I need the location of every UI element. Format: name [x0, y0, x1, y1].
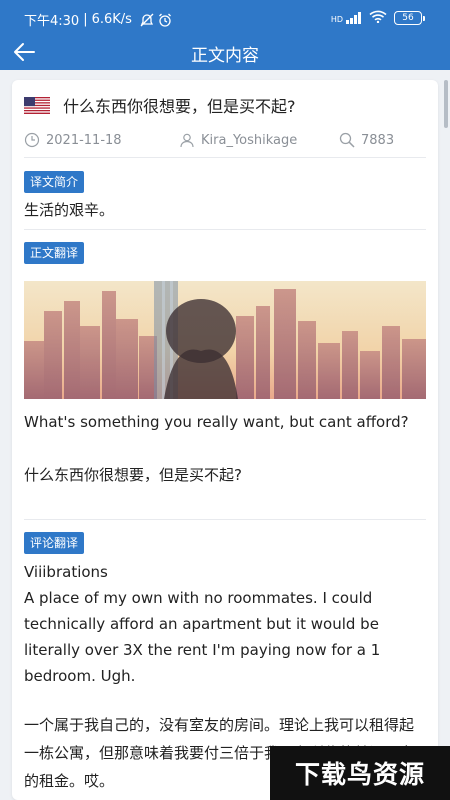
signal-icon: HD	[331, 12, 362, 24]
post-title-row: 什么东西你很想要，但是买不起?	[24, 92, 424, 118]
article-card: 什么东西你很想要，但是买不起? 2021-11-18 Kira_Yoshikag…	[12, 80, 438, 800]
wifi-icon	[369, 10, 387, 26]
translated-text: 什么东西你很想要，但是买不起?	[24, 466, 242, 484]
original-text: What's something you really want, but ca…	[24, 413, 409, 431]
page-title: 正文内容	[191, 46, 259, 66]
comment-username: Viiibrations	[24, 563, 108, 581]
divider	[24, 519, 426, 520]
muted-icon	[140, 13, 154, 27]
comment-tag: 评论翻译	[24, 532, 85, 554]
divider	[24, 229, 426, 230]
alarm-icon	[158, 13, 172, 27]
network-label: HD	[330, 15, 343, 24]
user-icon	[180, 133, 194, 148]
post-views-text: 7883	[361, 132, 395, 148]
watermark: 下载鸟资源	[270, 746, 450, 800]
status-right: HD 56	[331, 10, 425, 26]
post-date-text: 2021-11-18	[46, 132, 122, 148]
battery-icon: 56	[394, 11, 425, 25]
post-views: 7883	[339, 132, 394, 148]
status-time: 下午4:30	[24, 14, 80, 29]
post-date: 2021-11-18	[24, 132, 179, 148]
status-left: 下午4:30 | 6.6K/s	[24, 10, 172, 29]
clock-icon	[24, 132, 40, 148]
summary-tag: 译文简介	[24, 171, 85, 193]
battery-level: 56	[402, 13, 414, 23]
status-separator: |	[83, 12, 88, 27]
status-bar: 下午4:30 | 6.6K/s HD 56	[0, 0, 450, 34]
summary-text: 生活的艰辛。	[24, 201, 115, 219]
divider	[24, 157, 426, 158]
header: 下午4:30 | 6.6K/s HD 56 正文内容	[0, 0, 450, 70]
post-author: Kira_Yoshikage	[179, 132, 339, 148]
post-author-text: Kira_Yoshikage	[201, 132, 298, 148]
article-hero-image	[24, 281, 426, 399]
post-meta: 2021-11-18 Kira_Yoshikage 7883	[24, 128, 426, 152]
scrollbar[interactable]	[444, 80, 448, 128]
status-speed: 6.6K/s	[91, 12, 132, 27]
city-skyline-image	[24, 281, 426, 399]
translation-tag: 正文翻译	[24, 242, 85, 264]
post-title: 什么东西你很想要，但是买不起?	[63, 97, 296, 116]
app-bar: 正文内容	[0, 34, 450, 70]
search-icon	[339, 132, 355, 148]
us-flag-icon	[24, 96, 50, 114]
comment-original: A place of my own with no roommates. I c…	[24, 589, 381, 685]
